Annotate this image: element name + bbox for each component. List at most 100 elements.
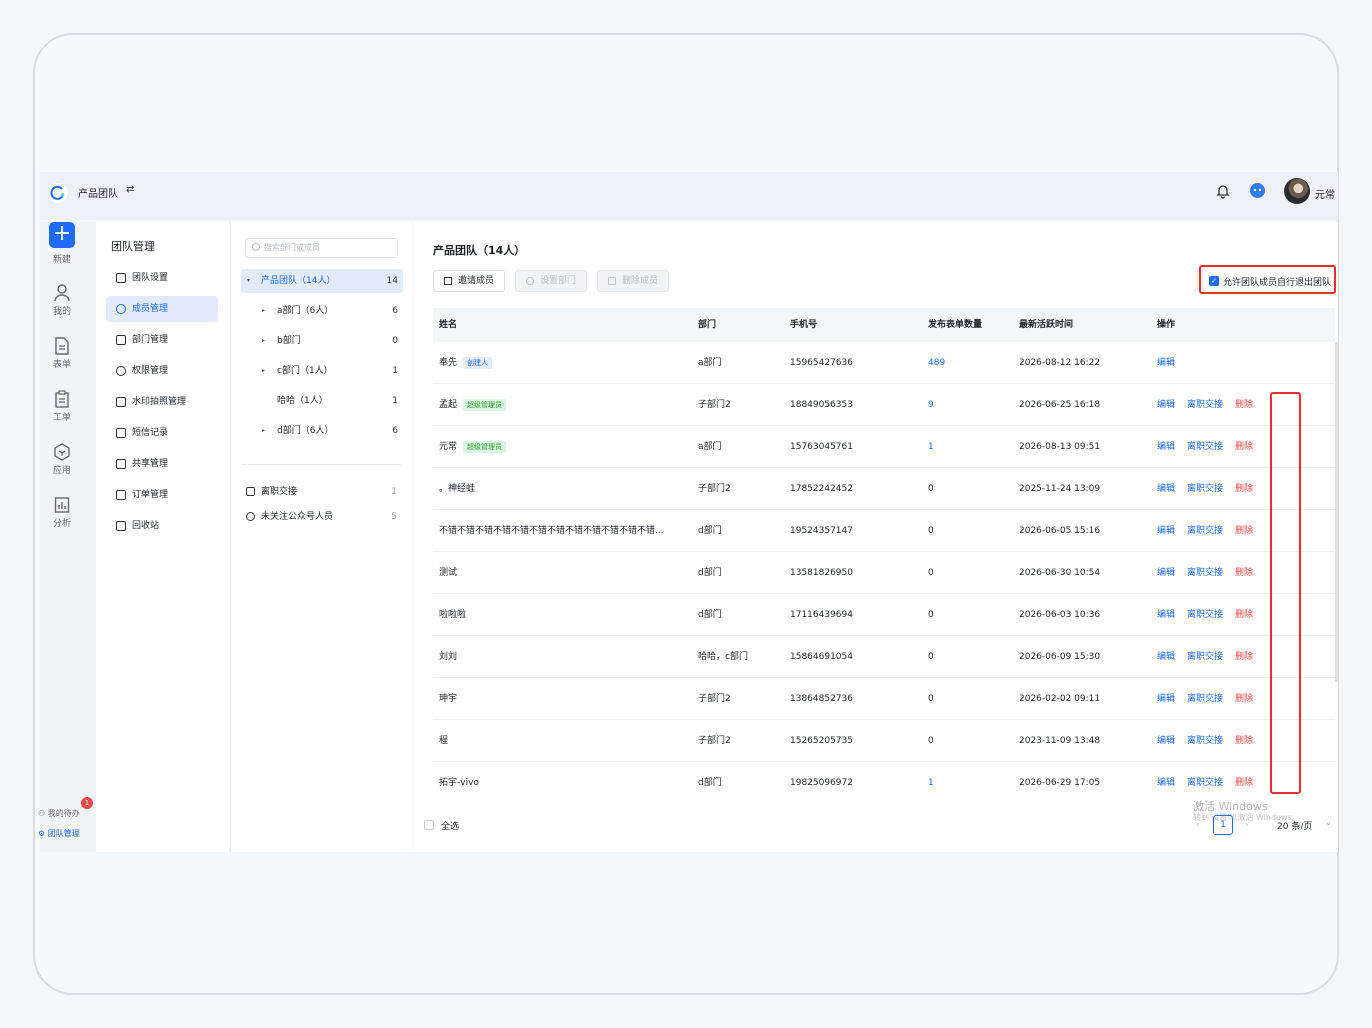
edit-link[interactable]: 编辑 [1157, 510, 1175, 552]
delete-link[interactable]: 删除 [1235, 636, 1253, 678]
delete-link[interactable]: 删除 [1235, 678, 1253, 720]
menu-item-members[interactable]: 成员管理 [106, 296, 218, 322]
menu-item-sharing[interactable]: 共享管理 [106, 451, 218, 477]
prev-page-button[interactable]: ‹ [1196, 820, 1200, 830]
edit-link[interactable]: 编辑 [1157, 636, 1175, 678]
handover-link[interactable]: 离职交接 [1187, 552, 1223, 594]
edit-link[interactable]: 编辑 [1157, 426, 1175, 468]
delete-link[interactable]: 删除 [1235, 468, 1253, 510]
member-name: 珅宇 [439, 694, 458, 704]
member-form-count[interactable]: 489 [928, 342, 945, 384]
nav-item-analysis[interactable]: 分析 [40, 496, 84, 529]
page-1-button[interactable]: 1 [1213, 815, 1233, 835]
resignation-handover-item[interactable]: 离职交接 1 [245, 482, 401, 502]
caret-right-icon[interactable]: ▸ [262, 329, 265, 353]
caret-down-icon[interactable]: ▾ [247, 269, 250, 293]
handover-link[interactable]: 离职交接 [1187, 510, 1223, 552]
member-name-cell: 拓宇-vivo [439, 762, 689, 790]
allow-exit-label[interactable]: 允许团队成员自行退出团队 [1223, 275, 1331, 288]
handover-link[interactable]: 离职交接 [1187, 762, 1223, 790]
select-all-checkbox[interactable] [424, 820, 434, 830]
tree-node-count: 6 [392, 306, 398, 316]
switch-team-icon[interactable]: ⇄ [126, 184, 134, 195]
edit-link[interactable]: 编辑 [1157, 678, 1175, 720]
delete-link[interactable]: 删除 [1235, 594, 1253, 636]
nav-item-forms[interactable]: 表单 [40, 337, 84, 370]
scrollbar[interactable] [1335, 342, 1338, 682]
tree-node-d[interactable]: ▸ d部门（6人） 6 [241, 419, 403, 443]
member-phone: 15763045761 [790, 442, 853, 452]
member-form-count[interactable]: 1 [928, 762, 934, 790]
handover-icon [246, 487, 255, 496]
dept-search-input[interactable]: 搜索部门或成员 [245, 238, 398, 258]
page-size-select[interactable]: 20 条/页 [1277, 819, 1312, 832]
todo-badge: 1 [81, 797, 93, 809]
tree-node-haha[interactable]: 哈哈（1人） 1 [241, 389, 403, 413]
delete-link[interactable]: 删除 [1235, 762, 1253, 790]
chevron-down-icon[interactable]: ⌄ [1325, 818, 1332, 827]
department-icon [116, 335, 126, 345]
edit-link[interactable]: 编辑 [1157, 594, 1175, 636]
edit-link[interactable]: 编辑 [1157, 384, 1175, 426]
handover-link[interactable]: 离职交接 [1187, 636, 1223, 678]
next-page-button[interactable]: › [1245, 820, 1249, 830]
menu-item-label: 短信记录 [132, 428, 169, 438]
member-name: 元常 [439, 442, 458, 452]
handover-link[interactable]: 离职交接 [1187, 468, 1223, 510]
delete-link[interactable]: 删除 [1235, 720, 1253, 762]
handover-link[interactable]: 离职交接 [1187, 594, 1223, 636]
menu-item-permissions[interactable]: 权限管理 [106, 358, 218, 384]
menu-item-orders[interactable]: 订单管理 [106, 482, 218, 508]
tree-node-root[interactable]: ▾ 产品团队（14人） 14 [241, 269, 403, 293]
edit-link[interactable]: 编辑 [1157, 552, 1175, 594]
nav-item-team-mgmt[interactable]: ⚙ 团队管理 [38, 828, 80, 839]
menu-item-team-settings[interactable]: 团队设置 [106, 265, 218, 291]
caret-right-icon[interactable]: ▸ [262, 419, 265, 443]
member-dept: d部门 [698, 568, 722, 578]
edit-link[interactable]: 编辑 [1157, 720, 1175, 762]
handover-link[interactable]: 离职交接 [1187, 720, 1223, 762]
page-title: 产品团队（14人） [433, 244, 526, 257]
customer-service-icon[interactable] [1249, 182, 1266, 199]
delete-link[interactable]: 删除 [1235, 426, 1253, 468]
menu-item-recycle-bin[interactable]: 回收站 [106, 513, 218, 539]
user-name[interactable]: 元常 [1315, 186, 1335, 201]
nav-item-tickets[interactable]: 工单 [40, 390, 84, 423]
team-name[interactable]: 产品团队 [78, 185, 118, 200]
form-icon [55, 337, 69, 355]
unfollowed-members-item[interactable]: 未关注公众号人员 5 [245, 507, 401, 527]
edit-link[interactable]: 编辑 [1157, 762, 1175, 790]
delete-link[interactable]: 删除 [1235, 510, 1253, 552]
handover-link[interactable]: 离职交接 [1187, 384, 1223, 426]
nav-item-mine[interactable]: 我的 [40, 284, 84, 317]
nav-item-apps[interactable]: 应用 [40, 443, 84, 476]
delete-member-button[interactable]: 删除成员 [597, 270, 669, 292]
edit-link[interactable]: 编辑 [1157, 468, 1175, 510]
handover-link[interactable]: 离职交接 [1187, 426, 1223, 468]
allow-exit-checkbox[interactable]: ✓ [1209, 276, 1219, 286]
menu-item-sms[interactable]: 短信记录 [106, 420, 218, 446]
nav-item-todo[interactable]: ⚇ 我的待办 [38, 808, 80, 819]
tree-node-b[interactable]: ▸ b部门 0 [241, 329, 403, 353]
invite-member-button[interactable]: 邀请成员 [433, 270, 505, 292]
new-button[interactable]: + [49, 222, 75, 248]
delete-link[interactable]: 删除 [1235, 384, 1253, 426]
caret-right-icon[interactable]: ▸ [262, 299, 265, 323]
app-logo-icon[interactable] [48, 183, 68, 203]
member-form-count[interactable]: 9 [928, 384, 934, 426]
bell-icon[interactable] [1216, 183, 1230, 199]
set-department-button[interactable]: 设置部门 [515, 270, 587, 292]
member-last-active: 2026-08-13 09:51 [1019, 442, 1101, 452]
member-form-count[interactable]: 1 [928, 426, 934, 468]
nav-new-label[interactable]: 新建 [40, 252, 84, 265]
select-all-label[interactable]: 全选 [441, 819, 459, 832]
caret-right-icon[interactable]: ▸ [262, 359, 265, 383]
handover-link[interactable]: 离职交接 [1187, 678, 1223, 720]
tree-node-c[interactable]: ▸ c部门（1人） 1 [241, 359, 403, 383]
tree-node-a[interactable]: ▸ a部门（6人） 6 [241, 299, 403, 323]
edit-link[interactable]: 编辑 [1157, 342, 1175, 384]
delete-link[interactable]: 删除 [1235, 552, 1253, 594]
menu-item-watermark[interactable]: 水印拍照管理 [106, 389, 218, 415]
user-avatar[interactable] [1284, 178, 1310, 204]
menu-item-departments[interactable]: 部门管理 [106, 327, 218, 353]
